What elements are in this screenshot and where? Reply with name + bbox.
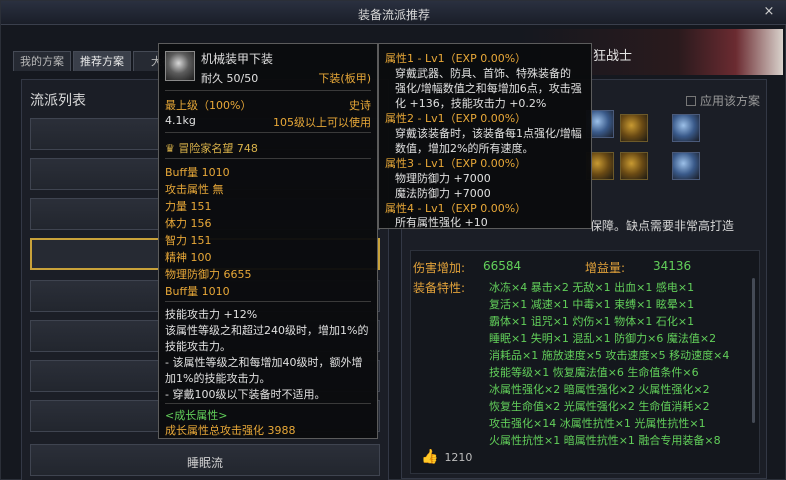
- character-class-label: 狂战士: [593, 49, 633, 64]
- item-requirement: 105级以上可以使用: [273, 116, 371, 129]
- growth-value: 成长属性总攻击强化 3988: [165, 424, 296, 437]
- trait-line: 冰冻×4 暴击×2 无敌×1 出血×1 感电×1: [489, 281, 695, 294]
- build-description: 保障。缺点需要非常高打造: [590, 219, 735, 233]
- damage-value: 66584: [483, 259, 522, 273]
- title-bar: 装备流派推荐 ×: [1, 1, 786, 25]
- build-list-item-label: 睡眠流: [186, 456, 223, 470]
- attr-line: 所有属性强化 +10: [395, 216, 488, 229]
- growth-title: <成长属性>: [165, 409, 228, 422]
- divider: [165, 301, 371, 302]
- item-tooltip: 机械装甲下装 耐久 50/50 下装(板甲) 最上级（100%） 史诗 4.1k…: [158, 43, 378, 439]
- traits-label: 装备特性:: [413, 281, 466, 295]
- divider: [165, 158, 371, 159]
- stat-line: 体力 156: [165, 217, 212, 230]
- attr-line: 属性2 - Lv1（EXP 0.00%）: [385, 112, 527, 125]
- divider: [165, 132, 371, 133]
- build-stats-box: 伤害增加: 66584 增益量: 34136 装备特性: 冰冻×4 暴击×2 无…: [410, 250, 760, 474]
- thumbs-up-icon: 👍: [421, 449, 439, 465]
- traits-scrollbar[interactable]: [752, 278, 755, 423]
- equipment-slot-icon[interactable]: [672, 114, 700, 142]
- attr-line: 属性3 - Lv1（EXP 0.00%）: [385, 157, 527, 170]
- trait-line: 霸体×1 诅咒×1 灼伤×1 物体×1 石化×1: [489, 315, 695, 328]
- fame-value: 冒险家名望 748: [178, 142, 258, 155]
- tab-my-plans[interactable]: 我的方案: [13, 51, 71, 71]
- divider: [165, 403, 371, 404]
- attr-line: 化 +136，技能攻击力 +0.2%: [395, 97, 547, 110]
- attr-line: 物理防御力 +7000: [395, 172, 491, 185]
- desc-line: - 该属性等级之和每增加40级时，额外增: [165, 356, 363, 369]
- fame-row: ♛ 冒险家名望 748: [165, 140, 258, 156]
- trait-line: 火属性抗性×1 暗属性抗性×1 融合专用装备×8: [489, 434, 721, 447]
- mechanical-armor-pants-icon: [165, 51, 195, 81]
- apply-plan-label: 应用该方案: [700, 94, 761, 108]
- stat-line: Buff量 1010: [165, 285, 230, 298]
- stat-line: 力量 151: [165, 200, 212, 213]
- tab-recommended[interactable]: 推荐方案: [73, 51, 131, 71]
- divider: [165, 90, 371, 91]
- damage-label: 伤害增加:: [413, 261, 466, 275]
- apply-plan-checkbox[interactable]: 应用该方案: [686, 92, 760, 109]
- trait-line: 消耗品×1 施放速度×5 攻击速度×5 移动速度×4: [489, 349, 730, 362]
- stat-line: Buff量 1010: [165, 166, 230, 179]
- item-weight: 4.1kg: [165, 114, 196, 127]
- trait-line: 技能等级×1 恢复魔法值×6 生命值条件×6: [489, 366, 699, 379]
- attr-line: 魔法防御力 +7000: [395, 187, 491, 200]
- item-name: 机械装甲下装: [201, 52, 274, 66]
- stat-line: 智力 151: [165, 234, 212, 247]
- build-list-title: 流派列表: [30, 93, 86, 109]
- trait-line: 攻击强化×14 冰属性抗性×1 光属性抗性×1: [489, 417, 706, 430]
- gain-value: 34136: [653, 259, 692, 273]
- equipment-recommend-window: 装备流派推荐 × 狂战士 我的方案 推荐方案 大神 流派列表 睡眠流 应用该方案…: [0, 0, 786, 480]
- item-level: 最上级（100%）: [165, 99, 252, 112]
- build-list-item-sleep[interactable]: 睡眠流: [30, 444, 380, 476]
- gain-label: 增益量:: [585, 261, 626, 275]
- stat-line: 物理防御力 6655: [165, 268, 252, 281]
- growth-attributes-tooltip: 属性1 - Lv1（EXP 0.00%） 穿戴武器、防具、首饰、特殊装备的 强化…: [378, 43, 592, 229]
- window-title: 装备流派推荐: [357, 8, 430, 22]
- equipment-slot-icon[interactable]: [620, 114, 648, 142]
- crown-icon: ♛: [165, 142, 175, 155]
- trait-line: 冰属性强化×2 暗属性强化×2 火属性强化×2: [489, 383, 710, 396]
- desc-line: 技能攻击力。: [165, 340, 231, 353]
- attr-line: 穿戴武器、防具、首饰、特殊装备的: [395, 67, 571, 80]
- desc-line: - 穿戴100级以下装备时不适用。: [165, 388, 326, 401]
- attr-line: 穿戴该装备时，该装备每1点强化/增幅: [395, 127, 582, 140]
- item-durability: 耐久 50/50: [201, 72, 259, 85]
- item-rarity: 史诗: [349, 99, 371, 112]
- stat-line: 攻击属性 無: [165, 183, 224, 196]
- attr-line: 属性1 - Lv1（EXP 0.00%）: [385, 52, 527, 65]
- attr-line: 强化/增幅数值之和每增加6点，攻击强: [395, 82, 582, 95]
- equipment-slot-icon[interactable]: [620, 152, 648, 180]
- close-button[interactable]: ×: [761, 4, 777, 20]
- like-count: 1210: [444, 451, 473, 464]
- desc-line: 该属性等级之和超过240级时，增加1%的: [165, 324, 369, 337]
- attr-line: 数值，增加2%的所有速度。: [395, 142, 534, 155]
- stat-line: 精神 100: [165, 251, 212, 264]
- checkbox-icon: [686, 96, 696, 106]
- equipment-slot-icon[interactable]: [672, 152, 700, 180]
- desc-line: 加1%的技能攻击力。: [165, 372, 271, 385]
- desc-line: 技能攻击力 +12%: [165, 308, 258, 321]
- item-slot: 下装(板甲): [318, 72, 371, 85]
- like-button[interactable]: 👍 1210: [421, 449, 472, 465]
- trait-line: 恢复生命值×2 光属性强化×2 生命值消耗×2: [489, 400, 710, 413]
- trait-line: 复活×1 减速×1 中毒×1 束缚×1 眩晕×1: [489, 298, 695, 311]
- trait-line: 睡眠×1 失明×1 混乱×1 防御力×6 魔法值×2: [489, 332, 717, 345]
